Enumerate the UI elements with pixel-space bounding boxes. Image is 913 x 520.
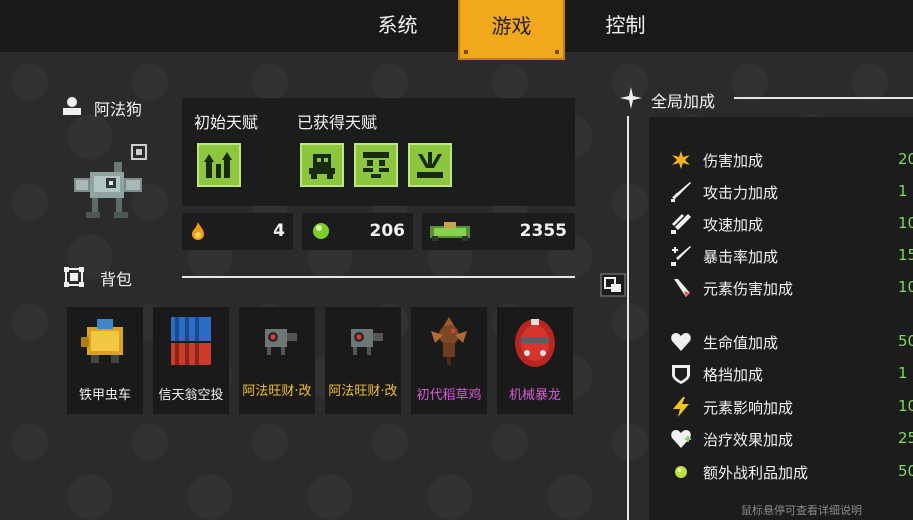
bonus-row-attack[interactable]: 攻击力加成 1 [670, 181, 913, 203]
speed-icon [671, 214, 691, 234]
backpack-item[interactable]: 铁甲虫车 [67, 307, 143, 414]
sparkle-icon [620, 87, 642, 109]
bonus-row-block[interactable]: 格挡加成 1 [670, 363, 913, 385]
lightning-icon [673, 397, 689, 417]
heart-icon [671, 333, 691, 351]
bonus-value: 10 [898, 214, 913, 232]
bonus-label: 暴击率加成 [703, 248, 779, 266]
tab-game[interactable]: 游戏 [458, 0, 565, 60]
character-name: 阿法狗 [94, 100, 143, 119]
global-bonus-panel [649, 117, 913, 520]
bonus-label: 元素影响加成 [703, 399, 794, 417]
backpack-item[interactable]: 初代稻草鸡 [411, 307, 487, 414]
bonus-value: 1 [898, 364, 908, 382]
burst-icon [417, 152, 443, 178]
panel-separator [627, 116, 629, 520]
heal-icon [671, 430, 691, 448]
bonus-value: 20 [898, 150, 913, 168]
stat-cash: 2355 [422, 213, 575, 250]
acquired-talent-label: 已获得天赋 [297, 113, 378, 132]
stat-energy: 4 [182, 213, 293, 250]
stat-gems-value: 206 [369, 221, 406, 241]
acquired-talent-3[interactable] [406, 141, 454, 189]
backpack-item[interactable]: 机械暴龙 [497, 307, 573, 414]
shield-icon [672, 365, 690, 384]
bonus-row-crit[interactable]: 暴击率加成 15 [670, 245, 913, 267]
swap-icon[interactable] [600, 273, 626, 297]
bonus-row-loot[interactable]: 额外战利品加成 50 [670, 461, 913, 483]
bonus-label: 格挡加成 [703, 366, 764, 384]
fire-icon [192, 222, 204, 240]
bonus-value: 10 [898, 397, 913, 415]
bonus-value: 10 [898, 278, 913, 296]
initial-talent-upgrade[interactable] [195, 141, 243, 189]
item-name: 阿法旺财·改 [328, 384, 398, 399]
global-bonus-title: 全局加成 [651, 92, 716, 111]
circuit-icon [363, 152, 389, 178]
loot-icon [675, 466, 687, 478]
item-name: 机械暴龙 [508, 388, 561, 403]
mecha-dragon-egg-icon [515, 319, 555, 367]
backpack-icon [64, 267, 84, 287]
bonus-label: 生命值加成 [703, 334, 779, 352]
bonus-label: 额外战利品加成 [703, 464, 809, 482]
bonus-row-heal[interactable]: 治疗效果加成 25 [670, 428, 913, 450]
scarecrow-chicken-icon [431, 317, 467, 365]
bonus-row-element-effect[interactable]: 元素影响加成 10 [670, 396, 913, 418]
bonus-value: 25 [898, 429, 913, 447]
stat-energy-value: 4 [273, 221, 285, 241]
armored-bug-car-icon [81, 319, 123, 363]
bonus-label: 治疗效果加成 [703, 431, 794, 449]
item-name: 初代稻草鸡 [416, 388, 482, 403]
damage-icon [672, 151, 690, 169]
robot-dog-icon [265, 329, 297, 355]
bonus-row-health[interactable]: 生命值加成 50 [670, 331, 913, 353]
robot-dog-icon [351, 329, 383, 355]
bonus-value: 50 [898, 462, 913, 480]
item-name: 信天翁空投 [158, 388, 224, 403]
bonus-value: 15 [898, 246, 913, 264]
bonus-row-element-damage[interactable]: 元素伤害加成 10 [670, 277, 913, 299]
stat-gems: 206 [302, 213, 413, 250]
backpack-item[interactable]: 阿法旺财·改 [239, 307, 315, 414]
user-icon [63, 97, 81, 115]
tab-control[interactable]: 控制 [578, 0, 673, 52]
bonus-value: 1 [898, 182, 908, 200]
bonus-value: 50 [898, 332, 913, 350]
bonus-label: 攻速加成 [703, 216, 764, 234]
cash-icon [430, 222, 470, 241]
sword-icon [671, 182, 691, 202]
global-bonus-divider [734, 97, 913, 99]
acquired-talent-2[interactable] [352, 141, 400, 189]
bonus-label: 攻击力加成 [703, 184, 779, 202]
bonus-label: 伤害加成 [703, 152, 764, 170]
backpack-divider [182, 276, 575, 278]
backpack-item[interactable]: 信天翁空投 [153, 307, 229, 414]
initial-talent-label: 初始天赋 [194, 113, 259, 132]
crit-icon [671, 246, 691, 266]
top-tab-bar [0, 0, 913, 52]
robot-character-sprite [74, 162, 142, 218]
backpack-item[interactable]: 阿法旺财·改 [325, 307, 401, 414]
bonus-row-attack-speed[interactable]: 攻速加成 10 [670, 213, 913, 235]
item-name: 铁甲虫车 [78, 388, 131, 403]
gem-icon [313, 223, 329, 239]
airdrop-crate-icon [171, 317, 211, 365]
element-icon [674, 279, 690, 297]
bonus-row-damage[interactable]: 伤害加成 20 [670, 149, 913, 171]
stat-cash-value: 2355 [519, 221, 567, 241]
tab-system[interactable]: 系统 [350, 0, 445, 52]
hover-hint: 鼠标悬停可查看详细说明 [741, 504, 862, 517]
backpack-label: 背包 [100, 270, 133, 289]
upgrade-arrows-icon [204, 152, 232, 178]
bonus-label: 元素伤害加成 [703, 280, 794, 298]
robot-pet-icon [309, 154, 335, 179]
acquired-talent-1[interactable] [298, 141, 346, 189]
item-name: 阿法旺财·改 [242, 384, 312, 399]
